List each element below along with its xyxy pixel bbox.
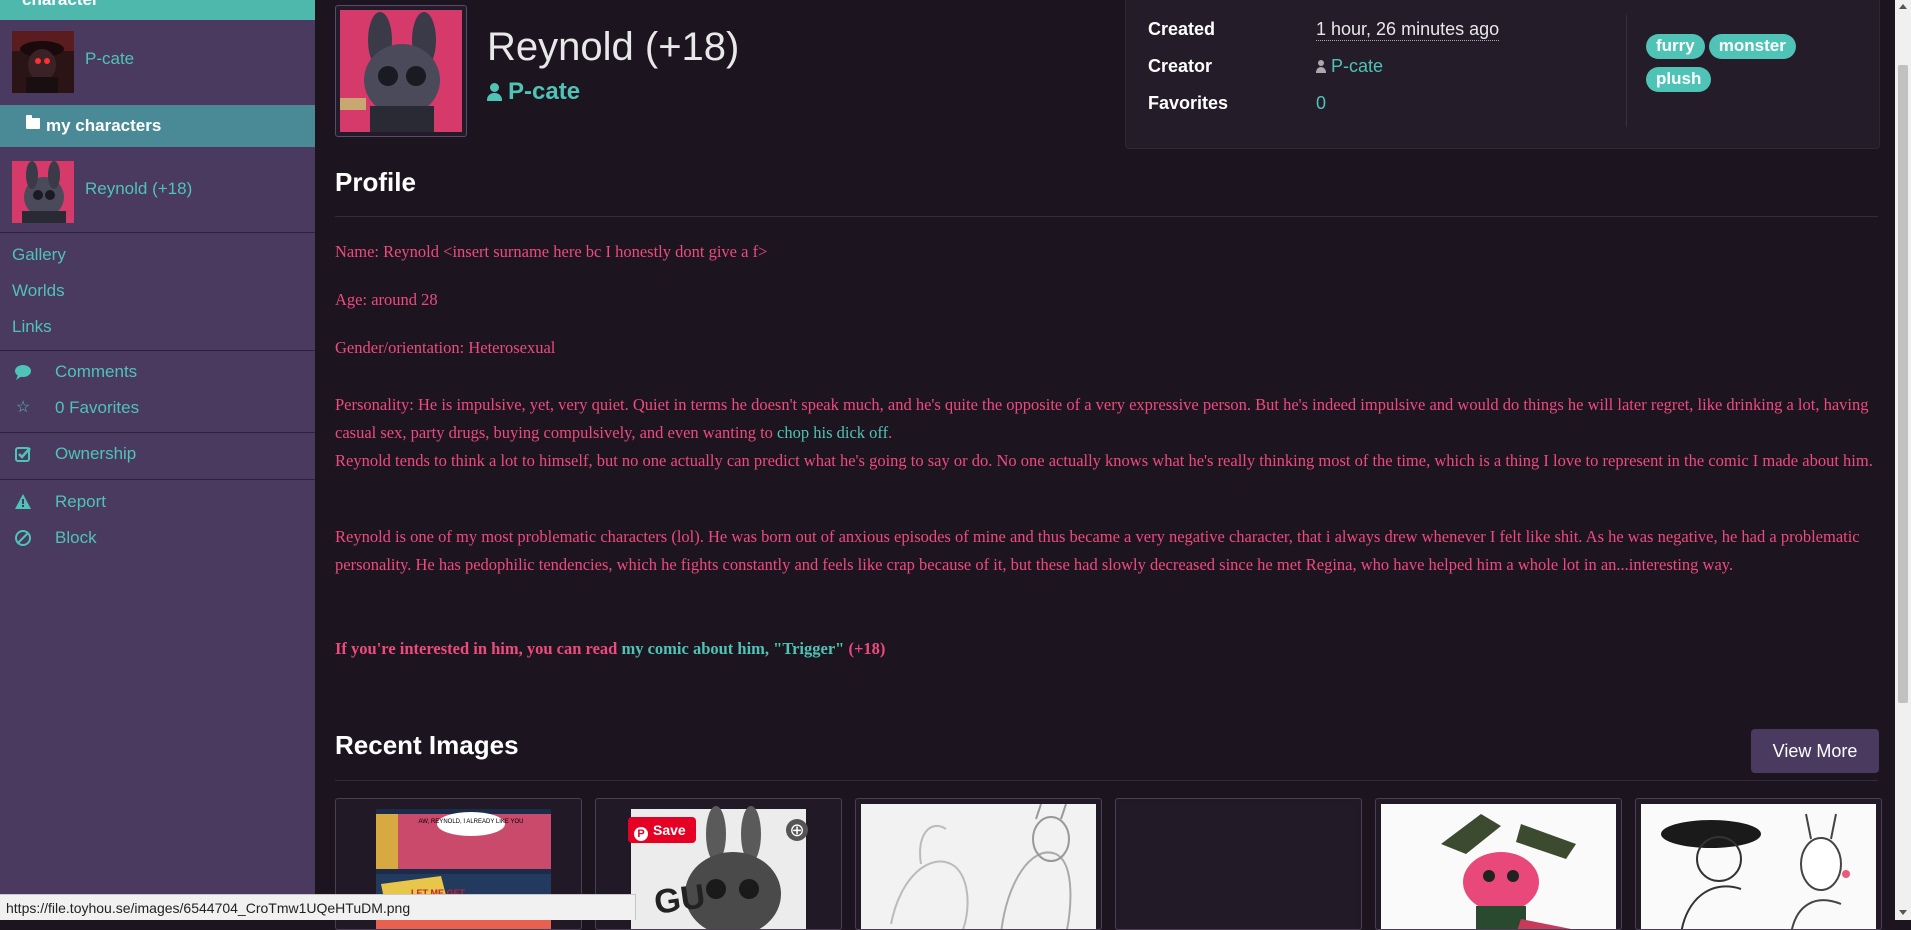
thumb-image [1381,804,1616,929]
sidebar-header[interactable]: character [0,0,315,20]
comic-link[interactable]: my comic about him, "Trigger" [621,639,844,658]
meta-creator-label: Creator [1148,56,1213,76]
meta-separator [1626,15,1627,127]
thumb-image [861,804,1096,929]
pinterest-save-button[interactable]: P Save [628,817,696,843]
sidebar: character P-cate my characters [0,0,315,920]
star-icon: ☆ [15,399,31,416]
comic-bubble-text: AW, REYNOLD, I ALREADY LIKE YOU [419,819,524,825]
pinterest-save-label: Save [653,822,686,838]
sidebar-divider [0,232,315,233]
warning-icon [14,493,32,511]
recent-image-thumb[interactable] [1635,798,1882,930]
recent-image-thumb[interactable] [855,798,1102,930]
sidebar-owner-item[interactable]: P-cate [0,25,315,95]
profile-heading: Profile [335,167,416,197]
character-owner-link[interactable]: P-cate [487,78,580,106]
meta-favorites-label: Favorites [1148,93,1229,113]
sidebar-comments-link[interactable]: Comments [0,358,315,388]
meta-created-label: Created [1148,19,1216,39]
character-name-title: Reynold (+18) [487,25,740,69]
character-meta-panel: Created 1 hour, 26 minutes ago Creator P… [1125,0,1880,149]
character-avatar[interactable] [335,5,467,137]
sidebar-folder-my-characters[interactable]: my characters [0,105,315,147]
section-divider [335,216,1878,217]
section-divider [335,780,1878,781]
checkbox-icon [14,445,32,463]
sidebar-divider [0,479,315,480]
meta-favorites-value[interactable]: 0 [1316,93,1326,114]
personality-end: . [888,423,893,442]
profile-cta: If you're interested in him, you can rea… [335,635,1880,663]
block-icon [14,529,32,547]
scroll-down-arrow-icon[interactable] [1899,910,1907,915]
sidebar-ownership-link[interactable]: Ownership [0,440,315,470]
profile-age-line: Age: around 28 [335,290,438,309]
sidebar-report-link[interactable]: Report [0,488,315,518]
sidebar-link-gallery[interactable]: Gallery [12,245,66,265]
view-more-button[interactable]: View More [1751,729,1879,773]
thumb-image [1121,804,1356,929]
thumb-image [1641,804,1876,929]
svg-text:GU: GU [652,877,708,922]
scrollbar-thumb[interactable] [1898,65,1908,703]
sidebar-folder-label: my characters [46,116,162,135]
sidebar-character-item[interactable]: Reynold (+18) [0,155,315,225]
scroll-up-arrow-icon[interactable] [1899,4,1907,9]
profile-personality: Personality: He is impulsive, yet, very … [335,391,1880,447]
sidebar-header-label: character [22,0,99,10]
tag-badge[interactable]: furry [1646,34,1705,59]
sidebar-block-link[interactable]: Block [0,524,315,554]
expand-icon[interactable]: ⊕ [786,819,808,841]
sidebar-block-label: Block [55,528,97,547]
sidebar-divider [0,432,315,433]
user-icon [487,83,502,101]
recent-image-thumb[interactable] [1115,798,1362,930]
tag-badge[interactable]: monster [1708,34,1796,59]
profile-background: Reynold is one of my most problematic ch… [335,527,1860,574]
sidebar-ownership-label: Ownership [55,444,137,463]
browser-status-url: https://file.toyhou.se/images/6544704_Cr… [0,894,636,920]
sidebar-link-worlds[interactable]: Worlds [12,281,65,301]
personality-link[interactable]: chop his dick off [777,423,888,442]
sidebar-favorites-label: 0 Favorites [55,398,140,417]
sidebar-comments-label: Comments [55,362,138,381]
pinterest-icon: P [634,827,648,841]
profile-gender-line: Gender/orientation: Heterosexual [335,338,556,357]
recent-image-thumb[interactable] [1375,798,1622,930]
tag-badge[interactable]: plush [1646,67,1712,92]
cta-text: If you're interested in him, you can rea… [335,639,622,658]
character-owner-name: P-cate [508,78,581,105]
sidebar-owner-name: P-cate [85,49,135,68]
profile-name-line: Name: Reynold <insert surname here bc I … [335,242,768,261]
profile-personality-2: Reynold tends to think a lot to himself,… [335,451,1873,470]
personality-text: Personality: He is impulsive, yet, very … [335,395,1869,442]
character-thumbnail [12,161,74,223]
folder-icon [26,115,40,129]
sidebar-favorites-link[interactable]: ☆ 0 Favorites [0,394,315,424]
user-icon [1316,60,1326,73]
meta-creator-link[interactable]: P-cate [1316,56,1383,77]
sidebar-character-name: Reynold (+18) [85,179,193,198]
sidebar-divider [0,350,315,351]
comic-link-label: my comic about him, "Trigger" [621,639,845,658]
cta-end: (+18) [844,639,886,658]
recent-images-heading: Recent Images [335,730,519,760]
sidebar-link-links[interactable]: Links [12,317,52,337]
tag-list: furry monster plush [1646,34,1866,100]
main-content: Reynold (+18) P-cate Created 1 hour, 26 … [315,0,1895,930]
sidebar-report-label: Report [55,492,107,511]
owner-avatar [12,31,74,93]
meta-created-value: 1 hour, 26 minutes ago [1316,19,1500,41]
comment-icon [14,363,32,381]
meta-creator-value: P-cate [1331,56,1384,76]
